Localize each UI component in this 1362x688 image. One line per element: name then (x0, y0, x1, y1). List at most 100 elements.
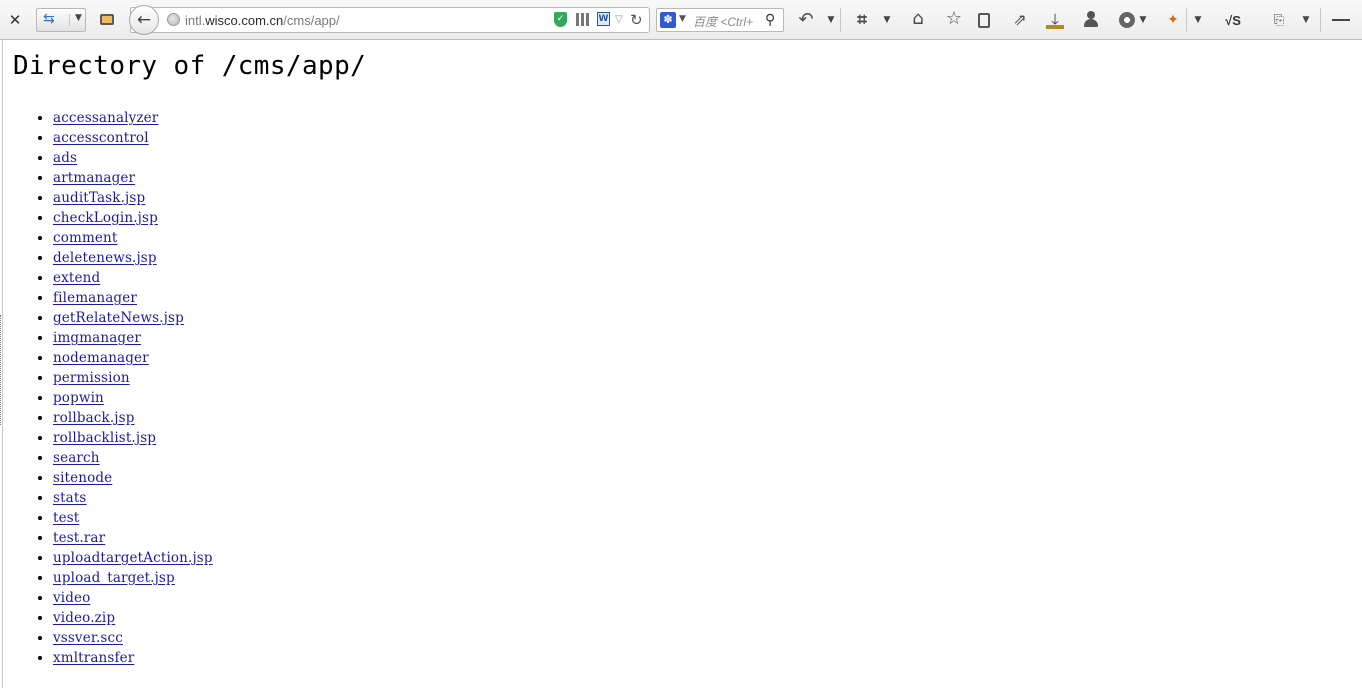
page-title: Directory of /cms/app/ (13, 51, 367, 81)
extension-dropdown-icon[interactable]: ▼ (69, 14, 82, 26)
network-dropdown-icon[interactable]: ▼ (1138, 14, 1148, 26)
directory-entry-link[interactable]: artmanager (53, 170, 135, 186)
list-item: search (53, 448, 213, 468)
address-bar[interactable]: ← intl.wisco.com.cn/cms/app/ ✓ W ▽ ↻ (129, 5, 650, 35)
directory-entry-link[interactable]: test (53, 510, 79, 526)
list-item: rollback.jsp (53, 408, 213, 428)
list-item: test.rar (53, 528, 213, 548)
list-item: imgmanager (53, 328, 213, 348)
list-item: accesscontrol (53, 128, 213, 148)
directory-entry-link[interactable]: video (53, 590, 90, 606)
directory-entry-link[interactable]: vssver.scc (53, 630, 123, 646)
list-item: ads (53, 148, 213, 168)
directory-entry-link[interactable]: filemanager (53, 290, 137, 306)
network-icon[interactable] (1117, 10, 1137, 30)
reload-icon[interactable]: ↻ (630, 11, 643, 29)
directory-entry-link[interactable]: auditTask.jsp (53, 190, 145, 206)
crop-dropdown-icon[interactable]: ▼ (881, 14, 893, 26)
toolbar-divider (1320, 8, 1321, 32)
directory-entry-link[interactable]: accesscontrol (53, 130, 149, 146)
download-icon[interactable]: ⤓ (1045, 9, 1065, 31)
list-item: nodemanager (53, 348, 213, 368)
directory-entry-link[interactable]: deletenews.jsp (53, 250, 157, 266)
bookmark-star-icon[interactable]: ☆ (944, 9, 964, 29)
directory-listing: accessanalyzer accesscontrol ads artmanager… (13, 108, 213, 668)
tab-switch-icon: ⇆ (43, 11, 55, 27)
page-tools-dropdown-icon[interactable]: ▼ (1300, 14, 1312, 26)
list-item: auditTask.jsp (53, 188, 213, 208)
list-item: upload_target.jsp (53, 568, 213, 588)
back-arrow-icon: ← (136, 10, 152, 30)
close-icon[interactable]: ✕ (6, 11, 24, 29)
directory-entry-link[interactable]: rollback.jsp (53, 410, 135, 426)
url-text[interactable]: intl.wisco.com.cn/cms/app/ (185, 13, 340, 28)
list-item: video (53, 588, 213, 608)
extension-button[interactable]: ⇆ ▼ (36, 8, 86, 32)
list-item: rollbacklist.jsp (53, 428, 213, 448)
qr-code-icon[interactable] (576, 13, 589, 26)
directory-entry-link[interactable]: popwin (53, 390, 104, 406)
directory-entry-link[interactable]: rollbacklist.jsp (53, 430, 156, 446)
undo-dropdown-icon[interactable]: ▼ (825, 14, 837, 26)
directory-entry-link[interactable]: accessanalyzer (53, 110, 158, 126)
list-item: getRelateNews.jsp (53, 308, 213, 328)
screenshot-icon[interactable] (98, 11, 116, 27)
addon-dropdown-icon[interactable]: ▼ (1192, 14, 1204, 26)
crop-icon[interactable]: ⌗ (852, 10, 872, 30)
list-item: uploadtargetAction.jsp (53, 548, 213, 568)
undo-icon[interactable]: ↶ (796, 10, 816, 30)
list-item: vssver.scc (53, 628, 213, 648)
directory-entry-link[interactable]: nodemanager (53, 350, 149, 366)
directory-entry-link[interactable]: ads (53, 150, 77, 166)
list-item: xmltransfer (53, 648, 213, 668)
site-identity-icon[interactable] (167, 13, 180, 26)
directory-entry-link[interactable]: test.rar (53, 530, 105, 546)
directory-entry-link[interactable]: comment (53, 230, 117, 246)
directory-entry-link[interactable]: extend (53, 270, 100, 286)
magnifier-icon[interactable]: ⚲ (765, 12, 775, 28)
search-box[interactable]: ✽ ▼ 百度 <Ctrl+ ⚲ (656, 8, 784, 32)
reading-list-icon[interactable] (975, 10, 993, 30)
baidu-paw-icon[interactable]: ✽ (660, 12, 676, 28)
url-history-dropdown-icon[interactable]: ▽ (615, 14, 623, 25)
user-account-icon[interactable] (1082, 10, 1100, 30)
list-item: artmanager (53, 168, 213, 188)
directory-entry-link[interactable]: checkLogin.jsp (53, 210, 158, 226)
vs-icon[interactable]: √S (1220, 11, 1246, 29)
directory-entry-link[interactable]: getRelateNews.jsp (53, 310, 184, 326)
directory-entry-link[interactable]: search (53, 450, 100, 466)
directory-entry-link[interactable]: upload_target.jsp (53, 570, 175, 586)
browser-toolbar: ✕ ⇆ ▼ ← intl.wisco.com.cn/cms/app/ ✓ W ▽… (0, 0, 1362, 40)
list-item: test (53, 508, 213, 528)
search-input[interactable]: 百度 <Ctrl+ (693, 13, 753, 30)
directory-entry-link[interactable]: imgmanager (53, 330, 141, 346)
list-item: checkLogin.jsp (53, 208, 213, 228)
directory-entry-link[interactable]: xmltransfer (53, 650, 134, 666)
url-host: wisco.com.cn (205, 13, 284, 28)
addon-icon[interactable]: ✦ (1163, 10, 1183, 30)
toolbar-divider (840, 8, 841, 32)
directory-entry-link[interactable]: video.zip (53, 610, 115, 626)
list-item: stats (53, 488, 213, 508)
word-icon[interactable]: W (597, 12, 610, 26)
hamburger-menu-icon[interactable] (1332, 11, 1350, 29)
page-content: Directory of /cms/app/ accessanalyzeracc… (0, 40, 1362, 688)
share-icon[interactable]: ⇗ (1010, 10, 1030, 30)
shield-icon[interactable]: ✓ (554, 12, 567, 27)
list-item: extend (53, 268, 213, 288)
directory-entry-link[interactable]: stats (53, 490, 87, 506)
toolbar-divider (1186, 8, 1187, 32)
page-tools-icon[interactable]: ⎘ (1270, 10, 1288, 30)
directory-entry-link[interactable]: sitenode (53, 470, 112, 486)
list-item: sitenode (53, 468, 213, 488)
directory-entry-link[interactable]: uploadtargetAction.jsp (53, 550, 213, 566)
directory-entry-link[interactable]: permission (53, 370, 130, 386)
sidebar-resize-handle[interactable] (0, 40, 3, 688)
list-item: filemanager (53, 288, 213, 308)
list-item: accessanalyzer (53, 108, 213, 128)
back-button[interactable]: ← (129, 5, 159, 35)
list-item: permission (53, 368, 213, 388)
url-path: /cms/app/ (283, 13, 340, 28)
home-icon[interactable]: ⌂ (908, 9, 928, 29)
search-engine-dropdown-icon[interactable]: ▼ (679, 14, 686, 24)
